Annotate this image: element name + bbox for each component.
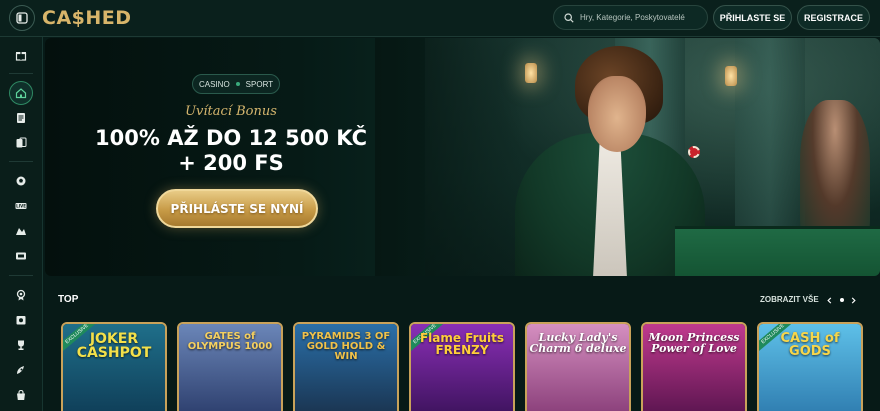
- logo[interactable]: CA$HED: [42, 6, 132, 30]
- game-carousel: EXCLUSIVE JOKER CASHPOT GATES of OLYMPUS…: [61, 322, 866, 411]
- game-tile[interactable]: GATES of OLYMPUS 1000: [177, 322, 283, 411]
- carousel-indicator: [840, 298, 844, 302]
- sidebar-item-live[interactable]: LIVE: [9, 194, 33, 218]
- carousel-prev-button[interactable]: [822, 293, 836, 307]
- game-title: PYRAMIDS 3 OF GOLD HOLD & WIN: [301, 331, 391, 362]
- sidebar-item-ticket[interactable]: [9, 244, 33, 268]
- game-tile[interactable]: Moon Princess Power of Love: [641, 322, 747, 411]
- carousel-next-button[interactable]: [846, 293, 860, 307]
- sidebar-item-promo[interactable]: [9, 308, 33, 332]
- sidebar-toggle-button[interactable]: [9, 5, 35, 31]
- document-icon: [17, 113, 25, 123]
- gift-icon: [15, 52, 27, 61]
- register-button[interactable]: REGISTRACE: [797, 5, 870, 30]
- section-title: TOP: [58, 294, 79, 305]
- sidebar-item-trophy[interactable]: [9, 333, 33, 357]
- sidebar-item-shop[interactable]: [9, 383, 33, 407]
- sidebar-item-document[interactable]: [9, 106, 33, 130]
- bonus-subtitle: Uvítací Bonus: [185, 104, 277, 119]
- game-title: JOKER CASHPOT: [76, 331, 152, 361]
- chevron-right-icon: [851, 296, 856, 304]
- login-button[interactable]: PŘIHLASTE SE: [713, 5, 792, 30]
- hero-banner[interactable]: CASINO SPORT Uvítací Bonus 100% AŽ DO 12…: [45, 38, 880, 276]
- sidebar-item-rocket[interactable]: [9, 358, 33, 382]
- signup-cta-button[interactable]: PŘIHLÁSTE SE NYNÍ: [156, 189, 318, 228]
- game-tile[interactable]: PYRAMIDS 3 OF GOLD HOLD & WIN: [293, 322, 399, 411]
- sidebar-item-medal[interactable]: [9, 283, 33, 307]
- headline-line-1: 100% AŽ DO 12 500 KČ: [95, 126, 367, 150]
- ticket-icon: [16, 252, 26, 260]
- medal-icon: [16, 289, 26, 301]
- search-input[interactable]: [580, 13, 707, 22]
- rocket-icon: [17, 366, 24, 374]
- sidebar-toggle-icon: [16, 12, 28, 24]
- promo-icon: [16, 316, 26, 325]
- trophy-icon: [18, 340, 24, 350]
- game-tile[interactable]: Lucky Lady's Charm 6 deluxe: [525, 322, 631, 411]
- chevron-left-icon: [826, 296, 831, 304]
- cards-icon: [16, 137, 27, 148]
- game-tile[interactable]: EXCLUSIVE JOKER CASHPOT: [61, 322, 167, 411]
- live-icon: LIVE: [15, 203, 27, 209]
- game-title: GATES of OLYMPUS 1000: [187, 331, 273, 352]
- sidebar: LIVE: [0, 37, 43, 411]
- casino-table-image: [675, 226, 880, 276]
- product-switch: CASINO SPORT: [192, 74, 281, 94]
- sidebar-item-gift[interactable]: [9, 43, 33, 67]
- bonus-headline: 100% AŽ DO 12 500 KČ + 200 FS: [45, 126, 417, 176]
- headline-line-2: + 200 FS: [178, 151, 284, 175]
- show-all-link[interactable]: ZOBRAZIT VŠE: [760, 295, 819, 304]
- esports-icon: [16, 228, 26, 235]
- search-box[interactable]: [553, 5, 708, 30]
- shop-icon: [17, 389, 25, 400]
- home-icon: [15, 88, 27, 99]
- game-title: CASH of GODS: [780, 331, 840, 359]
- search-icon: [564, 12, 574, 23]
- top-bar: CA$HED PŘIHLASTE SE REGISTRACE: [0, 0, 880, 37]
- sidebar-item-cards[interactable]: [9, 131, 33, 155]
- sidebar-item-esports[interactable]: [9, 219, 33, 243]
- casino-chip-image: [688, 146, 700, 158]
- svg-text:LIVE: LIVE: [16, 204, 26, 209]
- sport-icon: [16, 176, 26, 186]
- game-title: Flame Fruits FRENZY: [419, 331, 505, 357]
- tab-sport[interactable]: SPORT: [246, 80, 273, 89]
- sidebar-item-home[interactable]: [9, 81, 33, 105]
- game-tile[interactable]: EXCLUSIVE CASH of GODS: [757, 322, 863, 411]
- sidebar-item-sport[interactable]: [9, 169, 33, 193]
- game-tile[interactable]: EXCLUSIVE Flame Fruits FRENZY: [409, 322, 515, 411]
- tab-casino[interactable]: CASINO: [199, 80, 230, 89]
- game-title: Lucky Lady's Charm 6 deluxe: [529, 331, 627, 355]
- game-title: Moon Princess Power of Love: [648, 331, 740, 355]
